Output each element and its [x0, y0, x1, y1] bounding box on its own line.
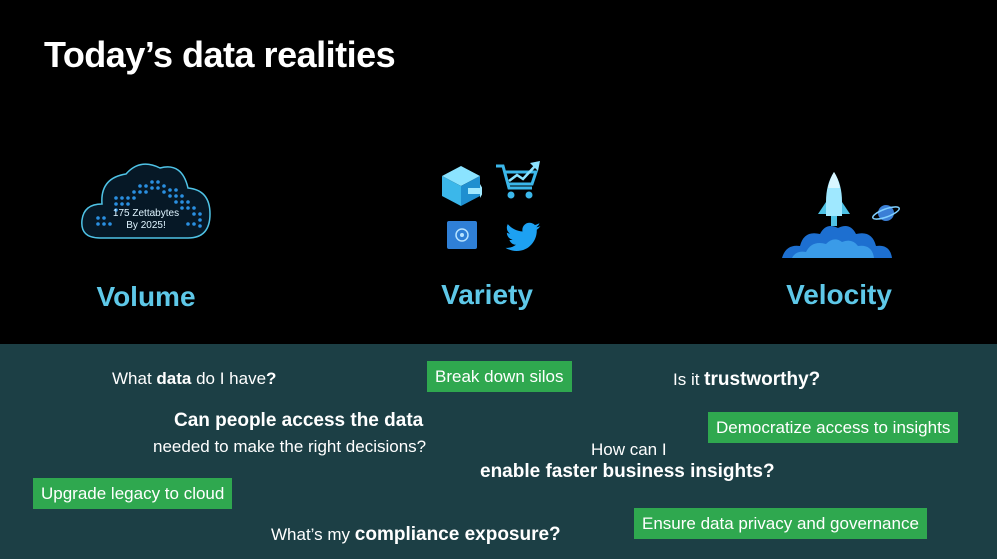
- velocity-label: Velocity: [786, 279, 892, 310]
- question-data-mid: do I have: [191, 369, 267, 388]
- twitter-bird-icon: [504, 222, 542, 259]
- volume-badge-line1: 175 Zettabytes: [113, 208, 179, 219]
- volume-label: Volume: [96, 281, 196, 312]
- camera-app-icon: [446, 220, 478, 255]
- slide-title: Today’s data realities: [44, 34, 396, 75]
- question-trust-bold: trustworthy?: [704, 369, 821, 390]
- data-privacy-tag: Ensure data privacy and governance: [634, 508, 927, 539]
- question-compliance-pre: What’s my: [271, 525, 355, 544]
- question-data-inventory: What data do I have?: [112, 369, 276, 389]
- break-down-silos-tag: Break down silos: [427, 361, 572, 392]
- shopping-cart-trend-icon: [494, 160, 542, 207]
- question-access-line2: needed to make the right decisions?: [153, 437, 427, 456]
- cloud-data-icon: 175 Zettabytes By 2025!: [78, 158, 214, 249]
- question-compliance-bold: compliance exposure?: [354, 524, 561, 545]
- package-icon: [440, 164, 484, 213]
- upgrade-legacy-tag: Upgrade legacy to cloud: [33, 478, 233, 509]
- question-insights-line2: enable faster business insights?: [480, 461, 775, 482]
- democratize-access-tag: Democratize access to insights: [708, 412, 959, 443]
- question-trustworthy: Is it trustworthy?: [673, 369, 820, 391]
- question-data-bold: data: [156, 369, 192, 388]
- question-access-line1: Can people access the data: [174, 410, 424, 431]
- question-data-end: ?: [266, 369, 277, 388]
- question-compliance: What’s my compliance exposure?: [271, 524, 561, 546]
- rocket-launch-icon: [780, 166, 904, 265]
- question-trust-pre: Is it: [673, 370, 705, 389]
- volume-badge-line2: By 2025!: [126, 220, 165, 231]
- question-insights-line1: How can I: [591, 440, 667, 459]
- variety-label: Variety: [441, 279, 533, 310]
- question-data-pre: What: [112, 369, 157, 388]
